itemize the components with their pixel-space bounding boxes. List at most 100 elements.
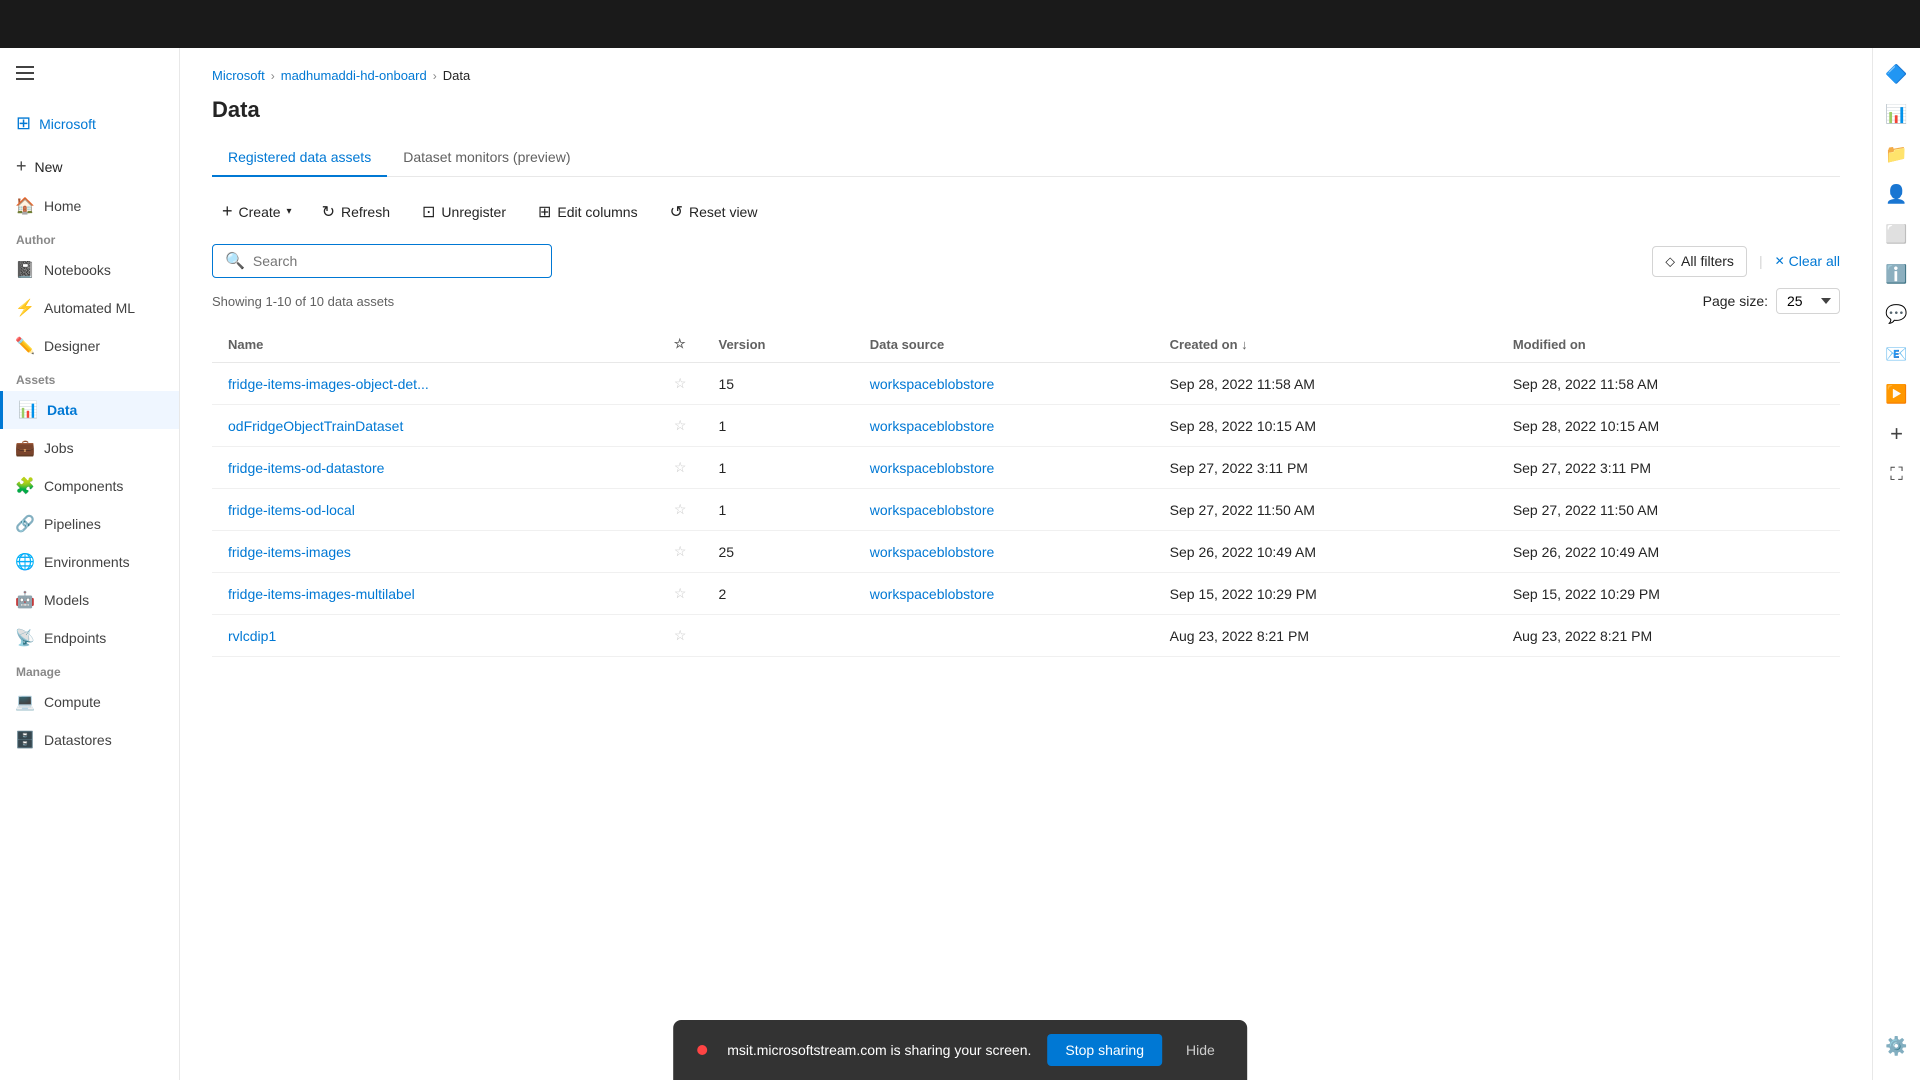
search-input[interactable] [253, 253, 539, 269]
sidebar-item-components[interactable]: 🧩 Components [0, 467, 179, 505]
create-label: Create [239, 204, 281, 220]
sidebar-item-data[interactable]: 📊 Data [0, 391, 179, 429]
data-link-1[interactable]: odFridgeObjectTrainDataset [228, 418, 403, 434]
automated-ml-label: Automated ML [44, 300, 135, 316]
col-createdon[interactable]: Created on ↓ [1154, 326, 1497, 363]
sidebar-item-notebooks[interactable]: 📓 Notebooks [0, 251, 179, 289]
datasource-link-4[interactable]: workspaceblobstore [870, 544, 995, 560]
user-right-icon[interactable]: 👤 [1879, 176, 1915, 212]
new-label: New [35, 159, 63, 175]
cell-star-0[interactable]: ☆ [658, 363, 703, 405]
sidebar-item-pipelines[interactable]: 🔗 Pipelines [0, 505, 179, 543]
cell-star-5[interactable]: ☆ [658, 573, 703, 615]
pipelines-icon: 🔗 [16, 515, 34, 533]
sharing-banner: msit.microsoftstream.com is sharing your… [673, 1020, 1247, 1080]
sidebar-microsoft[interactable]: ⊞ Microsoft [0, 101, 179, 146]
datasource-link-2[interactable]: workspaceblobstore [870, 460, 995, 476]
datasource-link-3[interactable]: workspaceblobstore [870, 502, 995, 518]
tab-monitors[interactable]: Dataset monitors (preview) [387, 139, 586, 177]
expand-right-icon[interactable]: ⛶ [1879, 456, 1915, 492]
sidebar-item-designer[interactable]: ✏️ Designer [0, 327, 179, 365]
search-icon: 🔍 [225, 251, 245, 271]
datasource-link-5[interactable]: workspaceblobstore [870, 586, 995, 602]
sidebar-item-home[interactable]: 🏠 Home [0, 187, 179, 225]
clear-all-button[interactable]: ✕ Clear all [1775, 253, 1840, 269]
azure-right-icon[interactable]: 🔷 [1879, 56, 1915, 92]
breadcrumb-current: Data [443, 68, 470, 83]
info-right-icon[interactable]: ℹ️ [1879, 256, 1915, 292]
reset-view-button[interactable]: ↺ Reset view [658, 196, 770, 228]
table-row: fridge-items-images-multilabel ☆ 2 works… [212, 573, 1840, 615]
cell-version-4: 25 [702, 531, 853, 573]
col-name[interactable]: Name [212, 326, 658, 363]
home-icon: 🏠 [16, 197, 34, 215]
settings-right-icon[interactable]: ⚙️ [1879, 1028, 1915, 1064]
datasource-link-1[interactable]: workspaceblobstore [870, 418, 995, 434]
filters-area: ⬦ All filters | ✕ Clear all [1652, 246, 1840, 277]
create-button[interactable]: + Create ▾ [212, 195, 302, 228]
folder-right-icon[interactable]: 📁 [1879, 136, 1915, 172]
cell-star-2[interactable]: ☆ [658, 447, 703, 489]
data-link-4[interactable]: fridge-items-images [228, 544, 351, 560]
clear-all-label: Clear all [1789, 253, 1840, 269]
breadcrumb-microsoft[interactable]: Microsoft [212, 68, 265, 83]
data-link-2[interactable]: fridge-items-od-datastore [228, 460, 384, 476]
cell-name-2: fridge-items-od-datastore [212, 447, 658, 489]
edit-columns-button[interactable]: ⊞ Edit columns [526, 196, 650, 228]
chat-right-icon[interactable]: 💬 [1879, 296, 1915, 332]
main-content: Microsoft › madhumaddi-hd-onboard › Data… [180, 0, 1872, 1080]
cell-star-4[interactable]: ☆ [658, 531, 703, 573]
sidebar-item-jobs[interactable]: 💼 Jobs [0, 429, 179, 467]
office-right-icon[interactable]: ⬜ [1879, 216, 1915, 252]
col-version[interactable]: Version [702, 326, 853, 363]
data-link-0[interactable]: fridge-items-images-object-det... [228, 376, 429, 392]
refresh-button[interactable]: ↻ Refresh [310, 196, 402, 228]
all-filters-button[interactable]: ⬦ All filters [1652, 246, 1747, 277]
notebooks-label: Notebooks [44, 262, 111, 278]
data-link-3[interactable]: fridge-items-od-local [228, 502, 355, 518]
breadcrumb-sep-2: › [433, 69, 437, 83]
breadcrumb-workspace[interactable]: madhumaddi-hd-onboard [281, 68, 427, 83]
new-button[interactable]: + New [0, 146, 179, 187]
mail-right-icon[interactable]: 📧 [1879, 336, 1915, 372]
hide-button[interactable]: Hide [1178, 1034, 1223, 1066]
cell-createdon-6: Aug 23, 2022 8:21 PM [1154, 615, 1497, 657]
sidebar-item-environments[interactable]: 🌐 Environments [0, 543, 179, 581]
cell-star-6[interactable]: ☆ [658, 615, 703, 657]
cell-star-3[interactable]: ☆ [658, 489, 703, 531]
tab-registered[interactable]: Registered data assets [212, 139, 387, 177]
cell-version-0: 15 [702, 363, 853, 405]
stop-sharing-button[interactable]: Stop sharing [1047, 1034, 1162, 1066]
sidebar-item-endpoints[interactable]: 📡 Endpoints [0, 619, 179, 657]
sharing-text: msit.microsoftstream.com is sharing your… [727, 1042, 1031, 1058]
models-icon: 🤖 [16, 591, 34, 609]
showing-text: Showing 1-10 of 10 data assets [212, 294, 394, 309]
data-right-icon[interactable]: 📊 [1879, 96, 1915, 132]
clear-all-x-icon: ✕ [1775, 254, 1785, 268]
endpoints-icon: 📡 [16, 629, 34, 647]
cell-star-1[interactable]: ☆ [658, 405, 703, 447]
datasource-link-0[interactable]: workspaceblobstore [870, 376, 995, 392]
unregister-button[interactable]: ⊡ Unregister [410, 196, 518, 228]
sidebar-item-models[interactable]: 🤖 Models [0, 581, 179, 619]
designer-icon: ✏️ [16, 337, 34, 355]
datastores-label: Datastores [44, 732, 112, 748]
search-box[interactable]: 🔍 [212, 244, 552, 278]
breadcrumb: Microsoft › madhumaddi-hd-onboard › Data [212, 68, 1840, 83]
video-right-icon[interactable]: ▶️ [1879, 376, 1915, 412]
plus-right-icon[interactable]: + [1879, 416, 1915, 452]
hamburger-menu[interactable] [0, 48, 179, 101]
col-star[interactable]: ☆ [658, 326, 703, 363]
cell-datasource-0: workspaceblobstore [854, 363, 1154, 405]
sidebar-item-automated-ml[interactable]: ⚡ Automated ML [0, 289, 179, 327]
sidebar-item-compute[interactable]: 💻 Compute [0, 683, 179, 721]
col-datasource[interactable]: Data source [854, 326, 1154, 363]
page-size-select[interactable]: 10 25 50 100 [1776, 288, 1840, 314]
table-row: fridge-items-od-datastore ☆ 1 workspaceb… [212, 447, 1840, 489]
assets-section-label: Assets [0, 365, 179, 391]
data-link-5[interactable]: fridge-items-images-multilabel [228, 586, 415, 602]
data-table-wrapper: Name ☆ Version Data source Created on ↓ … [212, 326, 1840, 657]
sidebar-item-datastores[interactable]: 🗄️ Datastores [0, 721, 179, 759]
col-modifiedon[interactable]: Modified on [1497, 326, 1840, 363]
data-link-6[interactable]: rvlcdip1 [228, 628, 276, 644]
